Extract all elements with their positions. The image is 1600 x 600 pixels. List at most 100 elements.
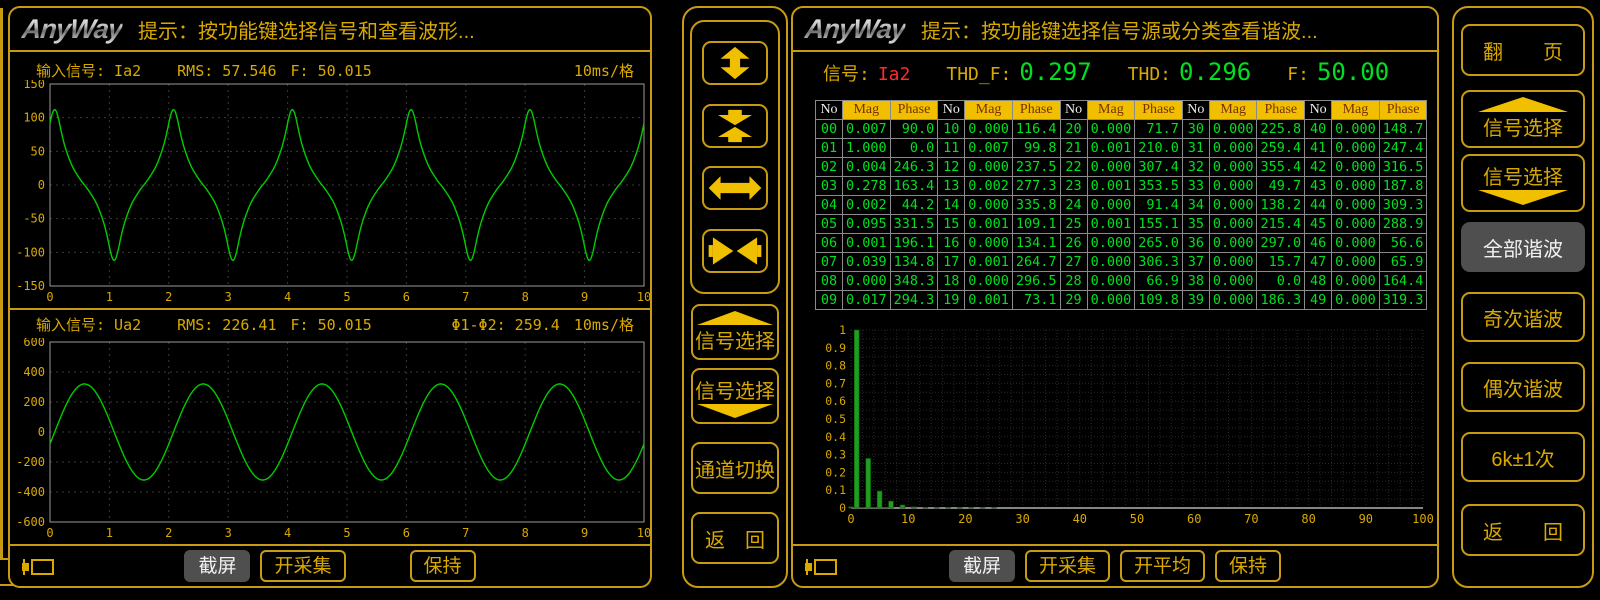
hold-button-right[interactable]: 保持 (1215, 550, 1281, 582)
harmonic-no: 25 (1060, 215, 1087, 234)
harmonic-mag: 0.000 (1087, 120, 1135, 139)
harmonic-phase: 259.4 (1257, 139, 1305, 158)
scope1-freq-value: F: 50.015 (291, 62, 372, 80)
all-harmonics-button[interactable]: 全部谐波 (1461, 222, 1585, 272)
harmonic-mag: 0.095 (843, 215, 891, 234)
expand-horizontal-button[interactable] (702, 166, 768, 210)
svg-text:70: 70 (1244, 512, 1258, 526)
harmonic-mag: 0.000 (1209, 215, 1257, 234)
harmonic-phase: 316.5 (1379, 158, 1427, 177)
harmonic-no: 27 (1060, 253, 1087, 272)
hold-button[interactable]: 保持 (410, 550, 476, 582)
harmonic-phase: 306.3 (1135, 253, 1183, 272)
signal-select-up-button-right[interactable]: 信号选择 (1461, 90, 1585, 148)
scope2-header: 输入信号: Ua2 RMS: 226.41 F: 50.015 Φ1-Φ2: 2… (36, 314, 634, 335)
harmonic-phase: 309.3 (1379, 196, 1427, 215)
harmonic-phase: 109.1 (1012, 215, 1060, 234)
harmonic-mag: 0.000 (1087, 158, 1135, 177)
harmonic-mag: 0.000 (1209, 177, 1257, 196)
screenshot-button-right[interactable]: 截屏 (949, 550, 1015, 582)
table-header-no: No (816, 101, 843, 120)
harmonic-row: 060.001196.1160.000134.1260.000265.0360.… (816, 234, 1427, 253)
6k-plus-minus-1-button[interactable]: 6k±1次 (1461, 432, 1585, 482)
harmonic-mag: 0.000 (1332, 272, 1380, 291)
harmonic-mag: 0.001 (1087, 177, 1135, 196)
svg-text:3: 3 (225, 526, 232, 540)
harmonic-mag: 0.007 (843, 120, 891, 139)
harmonic-phase: 0.0 (890, 139, 938, 158)
harmonic-phase: 237.5 (1012, 158, 1060, 177)
harmonic-mag: 0.000 (1087, 253, 1135, 272)
freq-label: F: (1287, 64, 1309, 85)
harmonic-phase: 264.7 (1012, 253, 1060, 272)
harmonic-no: 20 (1060, 120, 1087, 139)
harmonic-no: 22 (1060, 158, 1087, 177)
harmonic-mag: 0.278 (843, 177, 891, 196)
harmonic-no: 33 (1182, 177, 1209, 196)
scope1-timebase: 10ms/格 (574, 60, 634, 81)
signal-select-down-label: 信号选择 (695, 375, 775, 404)
harmonic-mag: 0.002 (965, 177, 1013, 196)
harmonic-no: 47 (1305, 253, 1332, 272)
screenshot-button[interactable]: 截屏 (184, 550, 250, 582)
triangle-up-icon (697, 311, 773, 325)
table-header-phase: Phase (1135, 101, 1183, 120)
even-harmonics-button[interactable]: 偶次谐波 (1461, 362, 1585, 412)
harmonic-phase: 355.4 (1257, 158, 1305, 177)
svg-text:6: 6 (403, 290, 410, 304)
harmonic-mag: 0.000 (843, 272, 891, 291)
harmonic-no: 07 (816, 253, 843, 272)
harmonic-no: 39 (1182, 291, 1209, 310)
svg-text:0.2: 0.2 (825, 465, 846, 479)
harmonic-mag: 0.001 (965, 291, 1013, 310)
harmonic-phase: 307.4 (1135, 158, 1183, 177)
expand-vertical-button[interactable] (702, 41, 768, 85)
channel-switch-button[interactable]: 通道切换 (691, 442, 779, 494)
table-header-no: No (1182, 101, 1209, 120)
harmonic-phase: 296.5 (1012, 272, 1060, 291)
back-button-left[interactable]: 返 回 (691, 512, 779, 564)
svg-text:8: 8 (522, 526, 529, 540)
harmonic-phase: 186.3 (1257, 291, 1305, 310)
start-capture-button-right[interactable]: 开采集 (1025, 550, 1110, 582)
harmonic-row: 090.017294.3190.00173.1290.000109.8390.0… (816, 291, 1427, 310)
signal-select-down-button[interactable]: 信号选择 (691, 368, 779, 424)
harmonic-mag: 0.000 (1209, 272, 1257, 291)
harmonic-phase: 225.8 (1257, 120, 1305, 139)
svg-text:0.7: 0.7 (825, 376, 846, 390)
harmonic-no: 01 (816, 139, 843, 158)
signal-select-down-label-right: 信号选择 (1483, 161, 1563, 190)
harmonic-phase: 56.6 (1379, 234, 1427, 253)
harmonic-phase: 163.4 (890, 177, 938, 196)
harmonic-mag: 0.000 (1332, 139, 1380, 158)
harmonic-bar (889, 501, 894, 508)
harmonic-phase: 294.3 (890, 291, 938, 310)
table-header-phase: Phase (1012, 101, 1060, 120)
harmonic-mag: 0.000 (1209, 158, 1257, 177)
svg-text:-150: -150 (16, 279, 45, 293)
harmonic-no: 15 (938, 215, 965, 234)
thdf-label: THD_F: (946, 64, 1011, 85)
harmonic-spectrum-plot: 10.90.80.70.60.50.40.30.20.1001020304050… (803, 324, 1435, 528)
harmonics-info-row: 信号: Ia2 THD_F: 0.297 THD: 0.296 F: 50.00 (823, 58, 1421, 86)
harmonic-no: 32 (1182, 158, 1209, 177)
page-turn-button[interactable]: 翻 页 (1461, 24, 1585, 76)
harmonic-no: 03 (816, 177, 843, 196)
start-average-button[interactable]: 开平均 (1120, 550, 1205, 582)
signal-select-up-button[interactable]: 信号选择 (691, 304, 779, 360)
svg-text:-100: -100 (16, 245, 45, 259)
svg-text:7: 7 (462, 526, 469, 540)
odd-harmonics-button[interactable]: 奇次谐波 (1461, 292, 1585, 342)
harmonic-mag: 0.000 (965, 272, 1013, 291)
table-header-mag: Mag (1332, 101, 1380, 120)
start-capture-button[interactable]: 开采集 (260, 550, 345, 582)
svg-text:0.9: 0.9 (825, 341, 846, 355)
harmonic-mag: 0.000 (1209, 234, 1257, 253)
compress-vertical-button[interactable] (702, 104, 768, 148)
harmonic-no: 42 (1305, 158, 1332, 177)
svg-text:40: 40 (1073, 512, 1087, 526)
back-button-right[interactable]: 返 回 (1461, 504, 1585, 556)
signal-select-down-button-right[interactable]: 信号选择 (1461, 154, 1585, 212)
harmonic-bar (860, 507, 865, 508)
compress-horizontal-button[interactable] (702, 229, 768, 273)
